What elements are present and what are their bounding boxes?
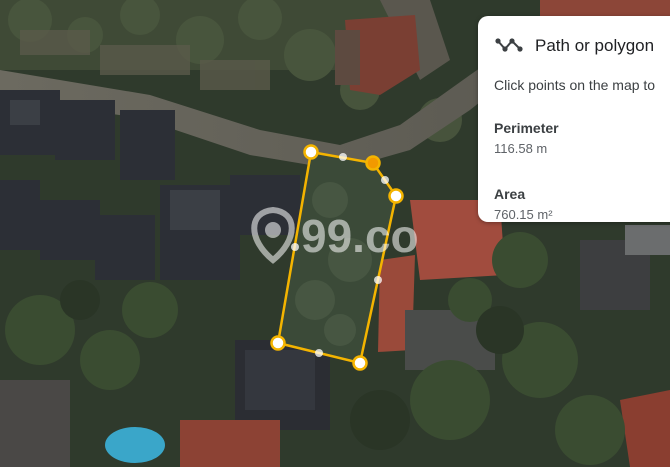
area-value: 760.15 m²: [494, 207, 553, 222]
panel-title: Path or polygon: [535, 36, 655, 55]
instruction-text: Click points on the map to: [494, 77, 656, 93]
polygon-vertex[interactable]: [352, 355, 368, 371]
midpoint-handle[interactable]: [381, 176, 389, 184]
perimeter-label: Perimeter: [494, 120, 559, 136]
midpoint-handle[interactable]: [374, 276, 382, 284]
polygon-vertex-active[interactable]: [365, 155, 381, 171]
path-polygon-icon: [495, 38, 523, 52]
midpoint-handle[interactable]: [339, 153, 347, 161]
polygon-vertex[interactable]: [270, 335, 286, 351]
perimeter-value: 116.58 m: [494, 141, 548, 156]
measure-panel: Path or polygon Click points on the map …: [478, 16, 670, 222]
watermark-text: 99.co: [301, 210, 419, 262]
midpoint-handle[interactable]: [315, 349, 323, 357]
area-label: Area: [494, 186, 526, 202]
polygon-vertex[interactable]: [303, 144, 319, 160]
watermark-logo: 99.co: [251, 206, 419, 264]
